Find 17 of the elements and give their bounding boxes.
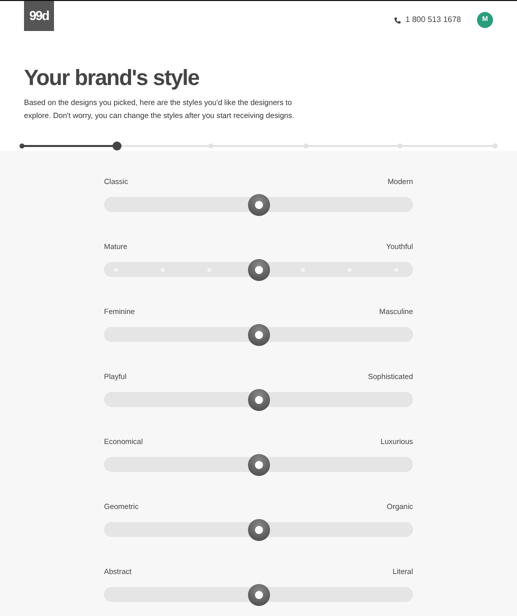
slider-thumb[interactable] xyxy=(248,388,270,410)
slider-thumb[interactable] xyxy=(248,454,270,476)
page-title: Your brand's style xyxy=(24,66,200,90)
slider-thumb[interactable] xyxy=(248,194,270,216)
step-dot[interactable] xyxy=(208,144,214,148)
step-dot[interactable] xyxy=(112,142,122,150)
step-dot[interactable] xyxy=(303,144,308,148)
phone-icon xyxy=(394,16,402,24)
slider-thumb[interactable] xyxy=(248,584,270,606)
step-dot[interactable] xyxy=(398,144,403,148)
slider-thumb[interactable] xyxy=(248,518,270,540)
logo[interactable]: 99d xyxy=(24,1,54,31)
step-dot[interactable] xyxy=(492,144,498,148)
slider-thumb[interactable] xyxy=(248,258,270,280)
step-dot[interactable] xyxy=(20,144,24,148)
phone-number[interactable]: 1 800 513 1678 xyxy=(405,14,461,26)
slider-thumb[interactable] xyxy=(248,324,270,346)
